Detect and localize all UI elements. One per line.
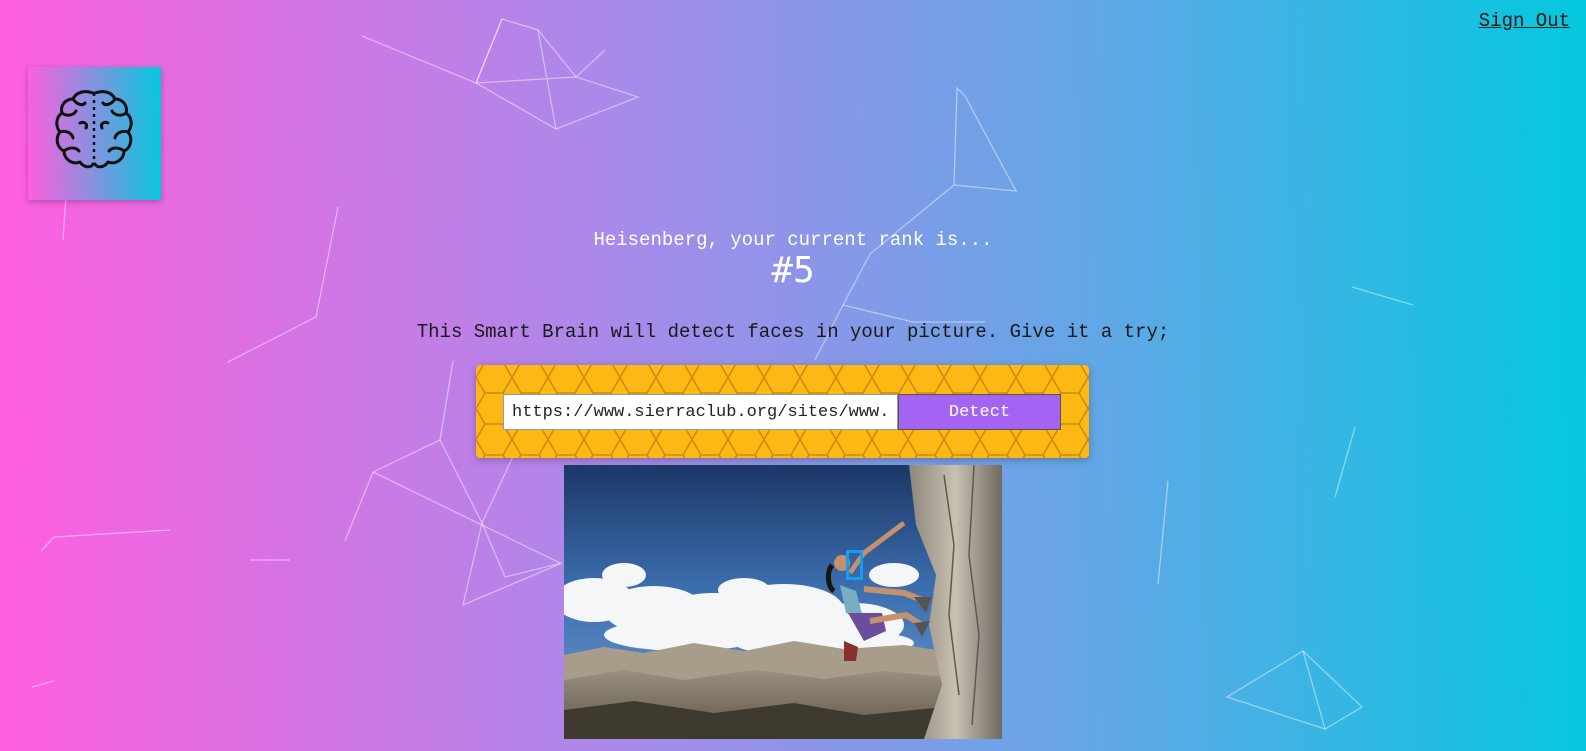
image-url-form: Detect bbox=[476, 365, 1089, 458]
logo[interactable] bbox=[28, 67, 161, 200]
brain-icon bbox=[55, 90, 133, 169]
intro-text: This Smart Brain will detect faces in yo… bbox=[416, 321, 1170, 343]
input-image bbox=[564, 465, 1002, 739]
face-bounding-box bbox=[846, 550, 863, 580]
climber-photo bbox=[564, 465, 1002, 739]
rank-message: Heisenberg, your current rank is... bbox=[593, 229, 993, 251]
sign-out-link[interactable]: Sign Out bbox=[1479, 10, 1570, 32]
rank-value: #5 bbox=[771, 250, 815, 291]
detect-button[interactable]: Detect bbox=[898, 394, 1061, 430]
image-url-input[interactable] bbox=[503, 394, 898, 430]
